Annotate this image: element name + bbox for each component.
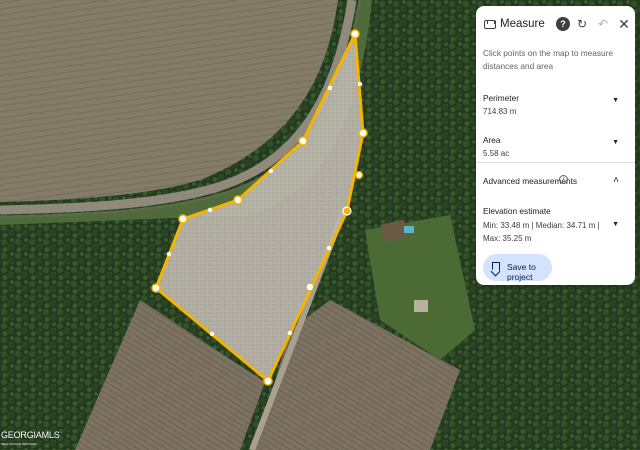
instructions: Click points on the map to measure dista… xyxy=(483,48,614,71)
georgia-mls-watermark: GEORGIAMLS REAL ESTATE SERVICES xyxy=(0,429,60,450)
midpoint-handle[interactable] xyxy=(209,331,215,337)
watermark-subtext: REAL ESTATE SERVICES xyxy=(1,442,37,446)
save-to-project-button[interactable]: Save to project xyxy=(483,254,552,282)
midpoint-handle[interactable] xyxy=(357,81,363,87)
advanced-measurements-toggle[interactable]: Advanced measurements i ˄ xyxy=(476,170,635,200)
vertex-handle[interactable] xyxy=(354,170,364,180)
vertex-handle[interactable] xyxy=(350,29,360,39)
chevron-down-icon[interactable]: ▼ xyxy=(612,139,619,146)
close-icon[interactable]: ✕ xyxy=(617,17,631,31)
divider xyxy=(476,162,635,163)
panel-title: Measure xyxy=(500,18,545,30)
midpoint-handle[interactable] xyxy=(207,207,213,213)
vertex-handle[interactable] xyxy=(178,214,188,224)
save-button-label: Save to project xyxy=(507,262,536,282)
elevation-label: Elevation estimate xyxy=(483,206,551,216)
ruler-icon xyxy=(484,20,496,29)
undo-icon[interactable]: ↶ xyxy=(596,17,610,31)
bookmark-icon xyxy=(492,262,500,271)
vertex-handle[interactable] xyxy=(298,136,308,146)
pool xyxy=(404,226,414,233)
midpoint-handle[interactable] xyxy=(326,245,332,251)
chevron-up-icon[interactable]: ˄ xyxy=(613,175,619,186)
perimeter-label: Perimeter xyxy=(483,93,519,103)
measure-panel: Measure ? ↻ ↶ ✕ Click points on the map … xyxy=(476,6,635,285)
watermark-text: GEORGIAMLS xyxy=(1,430,60,440)
info-icon[interactable]: i xyxy=(559,175,568,184)
panel-header: Measure ? ↻ ↶ ✕ xyxy=(476,6,635,44)
midpoint-handle[interactable] xyxy=(327,85,333,91)
chevron-down-icon[interactable]: ▼ xyxy=(612,97,619,104)
midpoint-handle[interactable] xyxy=(287,330,293,336)
vertex-handle[interactable] xyxy=(358,128,368,138)
chevron-down-icon[interactable]: ▼ xyxy=(612,221,619,228)
area-row[interactable]: Area 5.58 ac ▼ xyxy=(476,130,635,162)
midpoint-handle[interactable] xyxy=(306,283,314,291)
refresh-icon[interactable]: ↻ xyxy=(575,17,589,31)
vertex-handle[interactable] xyxy=(233,195,243,205)
midpoint-handle[interactable] xyxy=(268,168,274,174)
area-value: 5.58 ac xyxy=(483,149,510,158)
vertex-handle[interactable] xyxy=(263,376,273,386)
help-icon[interactable]: ? xyxy=(556,17,570,31)
vertex-handle[interactable] xyxy=(342,206,352,216)
elevation-value: Min: 33.48 m | Median: 34.71 m | Max: 35… xyxy=(483,221,600,243)
midpoint-handle[interactable] xyxy=(166,251,172,257)
shed xyxy=(414,300,428,312)
perimeter-row[interactable]: Perimeter 714.83 m ▼ xyxy=(476,88,635,124)
perimeter-value: 714.83 m xyxy=(483,107,517,116)
area-label: Area xyxy=(483,135,501,145)
vertex-handle[interactable] xyxy=(151,283,161,293)
